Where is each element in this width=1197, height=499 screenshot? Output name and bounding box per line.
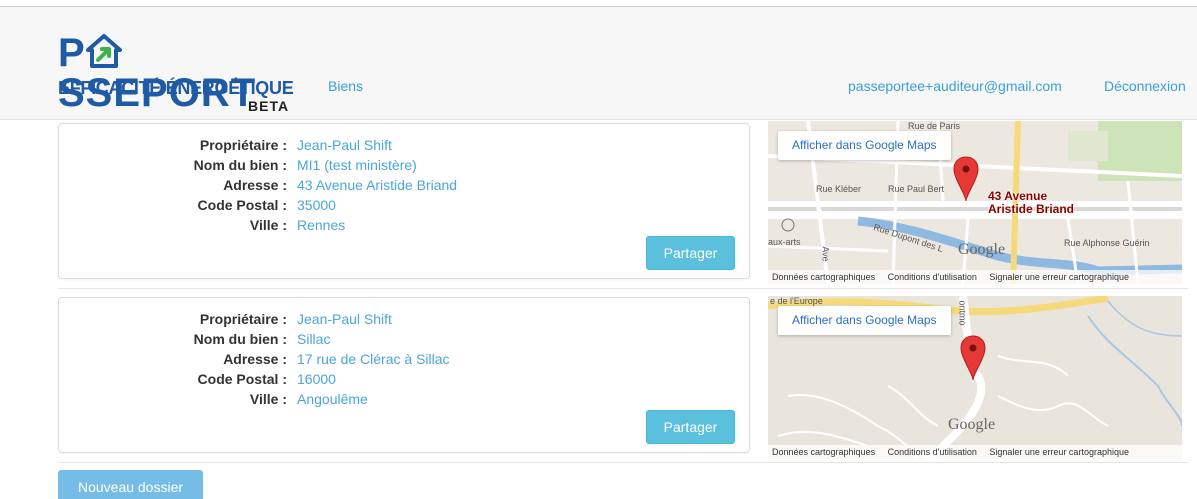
- property-name-row: Nom du bien : MI1 (test ministère): [119, 155, 457, 175]
- city-value: Rennes: [297, 217, 346, 233]
- house-arrow-icon: [85, 34, 122, 68]
- map-terms-link[interactable]: Conditions d'utilisation: [888, 272, 977, 282]
- owner-label: Propriétaire :: [199, 137, 287, 153]
- postal-code-label: Code Postal :: [197, 197, 287, 213]
- address-label: Adresse :: [223, 351, 287, 367]
- open-google-maps-link[interactable]: Afficher dans Google Maps: [778, 306, 951, 335]
- property-card: Propriétaire : Jean-Paul Shift Nom du bie…: [58, 123, 750, 279]
- property-name-value: Sillac: [297, 331, 331, 347]
- street-label: ontmo: [957, 300, 968, 326]
- street-label: aux-arts: [768, 237, 801, 247]
- postal-code-value: 35000: [297, 197, 336, 213]
- card-divider: [58, 462, 1188, 463]
- owner-row: Propriétaire : Jean-Paul Shift: [119, 309, 450, 329]
- street-label: Rue Kléber: [816, 184, 862, 194]
- street-label: Ave: [820, 246, 831, 262]
- postal-code-value: 16000: [297, 371, 336, 387]
- logo-subtitle: EFFICACITÉ ÉNERGÉTIQUE: [58, 78, 294, 98]
- property-name-label: Nom du bien :: [193, 157, 287, 173]
- postal-code-label: Code Postal :: [197, 371, 287, 387]
- map-footer: Données cartographiques Conditions d'uti…: [768, 445, 1182, 459]
- property-card: Propriétaire : Jean-Paul Shift Nom du bie…: [58, 297, 750, 453]
- owner-row: Propriétaire : Jean-Paul Shift: [119, 135, 457, 155]
- property-name-value: MI1 (test ministère): [297, 157, 417, 173]
- map-footer: Données cartographiques Conditions d'uti…: [768, 270, 1182, 284]
- map-report-link[interactable]: Signaler une erreur cartographique: [989, 272, 1129, 282]
- share-button[interactable]: Partager: [646, 236, 735, 270]
- property-info: Propriétaire : Jean-Paul Shift Nom du bie…: [119, 135, 457, 235]
- property-map[interactable]: Rue de Paris Rue Kléber Rue Paul Bert au…: [768, 121, 1182, 284]
- user-email-link[interactable]: passeportee+auditeur@gmail.com: [848, 78, 1062, 94]
- property-name-row: Nom du bien : Sillac: [119, 329, 450, 349]
- address-value: 43 Avenue Aristide Briand: [297, 177, 458, 193]
- header: P SSEPORT EFFICACITÉ ÉNERGÉTIQUE BETA Bi…: [0, 7, 1197, 120]
- address-label: Adresse :: [223, 177, 287, 193]
- postal-code-row: Code Postal : 35000: [119, 195, 457, 215]
- street-label: Rue Paul Bert: [888, 184, 945, 194]
- postal-code-row: Code Postal : 16000: [119, 369, 450, 389]
- google-watermark: Google: [948, 416, 996, 433]
- new-folder-button[interactable]: Nouveau dossier: [58, 470, 203, 499]
- owner-value: Jean-Paul Shift: [297, 137, 392, 153]
- city-row: Ville : Angoulême: [119, 389, 450, 409]
- address-value: 17 rue de Clérac à Sillac: [297, 351, 450, 367]
- city-label: Ville :: [249, 391, 287, 407]
- street-label: Rue Alphonse Guérin: [1064, 238, 1150, 248]
- map-terms-link[interactable]: Conditions d'utilisation: [888, 447, 977, 457]
- owner-label: Propriétaire :: [199, 311, 287, 327]
- google-watermark: Google: [958, 241, 1006, 258]
- street-label: e de l'Europe: [770, 296, 823, 306]
- street-label: Rue de Paris: [908, 121, 961, 131]
- city-row: Ville : Rennes: [119, 215, 457, 235]
- map-address-line2: Aristide Briand: [988, 202, 1075, 216]
- map-data-link[interactable]: Données cartographiques: [772, 447, 875, 457]
- open-google-maps-link[interactable]: Afficher dans Google Maps: [778, 131, 951, 160]
- address-row: Adresse : 43 Avenue Aristide Briand: [119, 175, 457, 195]
- nav-biens-link[interactable]: Biens: [328, 78, 363, 94]
- address-row: Adresse : 17 rue de Clérac à Sillac: [119, 349, 450, 369]
- beta-badge: BETA: [248, 98, 290, 114]
- city-value: Angoulême: [297, 391, 368, 407]
- map-data-link[interactable]: Données cartographiques: [772, 272, 875, 282]
- passeport-logo[interactable]: P SSEPORT EFFICACITÉ ÉNERGÉTIQUE BETA: [58, 33, 298, 125]
- map-address-label: 43 Avenue Aristide Briand: [988, 190, 1074, 216]
- logout-link[interactable]: Déconnexion: [1104, 78, 1186, 94]
- property-info: Propriétaire : Jean-Paul Shift Nom du bie…: [119, 309, 450, 409]
- property-map[interactable]: e de l'Europe ontmo Afficher dans Google…: [768, 296, 1182, 459]
- city-label: Ville :: [249, 217, 287, 233]
- share-button[interactable]: Partager: [646, 410, 735, 444]
- card-divider: [58, 288, 1188, 289]
- map-report-link[interactable]: Signaler une erreur cartographique: [989, 447, 1129, 457]
- owner-value: Jean-Paul Shift: [297, 311, 392, 327]
- property-name-label: Nom du bien :: [193, 331, 287, 347]
